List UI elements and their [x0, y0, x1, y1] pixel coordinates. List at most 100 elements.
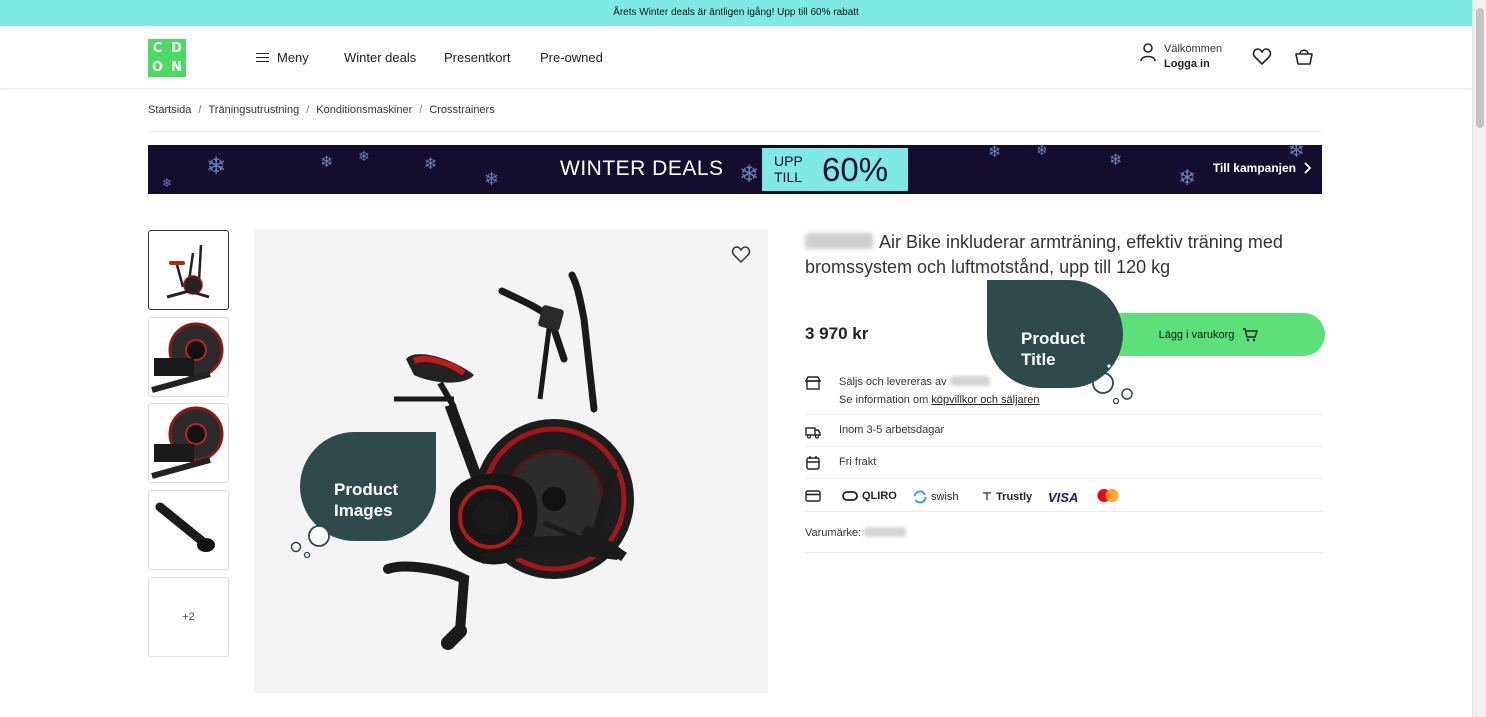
hamburger-icon — [256, 52, 269, 63]
account-login[interactable]: Välkommen Logga in — [1140, 42, 1222, 72]
bike-detail-image — [150, 406, 223, 479]
snowflake-icon: ❄ — [1109, 152, 1123, 169]
bike-foot-image — [155, 502, 215, 552]
mastercard-icon — [1097, 489, 1119, 502]
cdon-logo[interactable]: C D O N — [148, 39, 186, 77]
brand-value-redacted — [864, 527, 907, 537]
menu-button[interactable]: Meny — [256, 26, 309, 89]
bike-thumbnail-image — [166, 244, 209, 299]
trustly-logo: ⊤ Trustly — [982, 490, 1033, 504]
badge-percent: 60% — [822, 151, 889, 188]
terms-prefix: Se information om — [839, 394, 929, 406]
visa-logo: VISA — [1048, 490, 1078, 505]
swish-label: swish — [931, 491, 959, 503]
calendar-icon — [806, 456, 820, 470]
breadcrumb-separator: / — [198, 104, 202, 116]
seller-label: Säljs och levereras av — [839, 376, 947, 388]
promo-text: Årets Winter deals är äntligen igång! Up… — [613, 7, 859, 18]
brand-label: Varumärke: — [805, 527, 862, 539]
divider — [148, 131, 1322, 132]
callout-title-line1: Product — [1021, 329, 1086, 348]
breadcrumb-separator: / — [306, 104, 310, 116]
cart-icon[interactable] — [1294, 47, 1314, 67]
seller-name-redacted — [949, 376, 990, 386]
qliro-logo: QLIRO — [842, 490, 897, 502]
trustly-label: Trustly — [996, 490, 1033, 503]
login-link: Logga in — [1164, 58, 1210, 70]
heart-icon[interactable] — [1252, 47, 1272, 67]
store-icon — [805, 376, 821, 390]
callout-title-line2: Title — [1021, 350, 1056, 369]
delivery-row: Inom 3-5 arbetsdagar — [805, 415, 1323, 447]
campaign-link-label: Till kampanjen — [1212, 161, 1296, 175]
snowflake-icon: ❄ — [358, 148, 370, 164]
swish-logo: swish — [913, 490, 959, 504]
more-images-count: +2 — [182, 611, 195, 623]
breadcrumb-traningsutrustning[interactable]: Träningsutrustning — [208, 104, 299, 116]
nav-winter-deals[interactable]: Winter deals — [344, 26, 416, 89]
thumbnail-1[interactable] — [148, 230, 229, 310]
snowflake-icon: ❄ — [1288, 145, 1305, 162]
add-to-cart-label: Lägg i varukorg — [1158, 328, 1235, 341]
product-price: 3 970 kr — [805, 324, 869, 343]
menu-label: Meny — [277, 50, 309, 65]
breadcrumb-startsida[interactable]: Startsida — [148, 104, 191, 116]
product-title-text: Air Bike inkluderar armträning, effektiv… — [805, 232, 1283, 277]
snowflake-icon: ❄ — [988, 145, 1002, 161]
snowflake-icon: ❄ — [484, 169, 500, 189]
logo-letter: C — [152, 41, 163, 56]
chevron-right-icon — [1304, 162, 1312, 174]
breadcrumb-crosstrainers[interactable]: Crosstrainers — [429, 104, 494, 116]
nav-pre-owned[interactable]: Pre-owned — [540, 26, 603, 89]
campaign-link[interactable]: Till kampanjen — [1213, 161, 1312, 175]
trustly-t-icon: ⊤ — [982, 491, 993, 503]
logo-letter: O — [151, 60, 164, 75]
more-images-thumbnail[interactable]: +2 — [148, 577, 229, 657]
snowflake-icon: ❄ — [1178, 165, 1197, 190]
thumbnail-3[interactable] — [148, 403, 229, 483]
winter-deals-banner[interactable]: ❄ ❄ ❄ ❄ ❄ ❄ ❄ ❄ ❄ ❄ ❄ ❄ WINTER DEALS UPP… — [148, 145, 1322, 194]
breadcrumb-konditionsmaskiner[interactable]: Konditionsmaskiner — [316, 104, 412, 116]
snowflake-icon: ❄ — [162, 176, 173, 190]
terms-seller-link[interactable]: köpvillkor och säljaren — [931, 394, 1039, 406]
account-greeting: Välkommen — [1164, 43, 1223, 55]
callout-images-line1: Product — [334, 480, 399, 499]
snowflake-icon: ❄ — [1036, 145, 1048, 158]
snowflake-icon: ❄ — [739, 161, 760, 188]
cart-add-icon — [1243, 327, 1259, 341]
brand-row: Varumärke: — [805, 527, 907, 539]
credit-card-icon — [805, 490, 821, 502]
badge-upp: UPP — [774, 153, 803, 169]
promo-bar: Årets Winter deals är äntligen igång! Up… — [0, 0, 1472, 26]
snowflake-icon: ❄ — [320, 154, 334, 171]
breadcrumb: Startsida / Träningsutrustning / Konditi… — [148, 104, 495, 116]
product-title: Air Bike inkluderar armträning, effektiv… — [805, 230, 1325, 280]
qliro-label: QLIRO — [862, 490, 897, 502]
truck-icon — [805, 427, 821, 439]
scrollbar-thumb[interactable] — [1476, 8, 1484, 128]
visa-label: VISA — [1048, 490, 1079, 505]
callout-images-line2: Images — [334, 501, 393, 520]
discount-badge: UPP TILL 60% — [762, 148, 908, 191]
brand-name-redacted — [805, 233, 873, 249]
shipping-row: Fri frakt — [805, 447, 1323, 479]
badge-till: TILL — [774, 169, 803, 185]
snowflake-icon: ❄ — [424, 156, 438, 173]
delivery-time: Inom 3-5 arbetsdagar — [839, 424, 945, 436]
user-icon — [1140, 43, 1156, 62]
page-scrollbar[interactable] — [1472, 0, 1486, 717]
logo-letter: N — [171, 60, 182, 75]
swish-icon — [913, 490, 927, 504]
callout-dots — [290, 525, 330, 559]
bike-detail-image — [150, 322, 223, 393]
snowflake-icon: ❄ — [206, 153, 227, 180]
breadcrumb-separator: / — [419, 104, 423, 116]
site-header: C D O N Meny Winter deals Presentkort Pr… — [0, 26, 1472, 89]
nav-presentkort[interactable]: Presentkort — [444, 26, 510, 89]
logo-letter: D — [171, 41, 182, 56]
callout-dots — [1092, 363, 1133, 405]
banner-title: WINTER DEALS — [560, 157, 724, 180]
thumbnail-4[interactable] — [148, 490, 229, 570]
thumbnail-2[interactable] — [148, 317, 229, 397]
qliro-icon — [842, 491, 858, 501]
